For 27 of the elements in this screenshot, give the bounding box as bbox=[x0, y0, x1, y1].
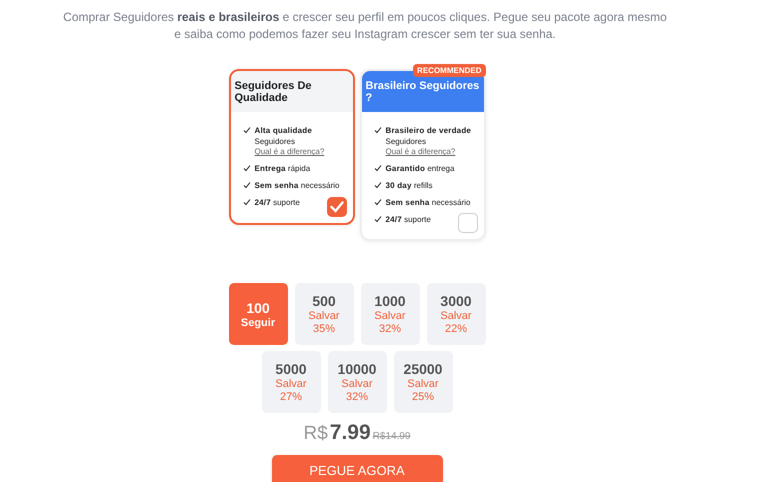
feature-text: Sem senha necessário bbox=[386, 198, 470, 207]
package-option[interactable]: 500 Salvar 35% bbox=[294, 283, 354, 346]
plan-card[interactable]: Seguidores De Qualidade Alta qualidade Seguidores Qual é a diferença? Entrega rápida Sem senha necessário 24/7 suporte bbox=[228, 68, 354, 225]
checkbox[interactable] bbox=[326, 196, 346, 217]
feature-text: 24/7 suporte bbox=[254, 198, 300, 207]
feature-text: Entrega rápida bbox=[254, 164, 310, 174]
difference-link[interactable]: Qual é a diferença? bbox=[386, 147, 456, 158]
feature-text: 24/7 suporte bbox=[386, 214, 431, 224]
feature-text: Alta qualidade Seguidores bbox=[254, 126, 312, 146]
package-option[interactable]: 1000 Salvar 32% bbox=[360, 283, 420, 346]
feature-text: Garantido entrega bbox=[386, 164, 454, 174]
feature-text: Brasileiro de verdade Seguidores bbox=[386, 126, 472, 146]
plan-title: Seguidores De Qualidade bbox=[230, 70, 352, 112]
package-option[interactable]: 10000 Salvar 32% bbox=[328, 351, 386, 414]
package-option[interactable]: 5000 Salvar 27% bbox=[262, 351, 320, 414]
intro-text: Comprar Seguidores reais e brasileiros e crescer seu perfil em poucos cliques. Pegue seu pacote agora mesmo e saiba como podemos fazer seu Instagram crescer sem ter sua senha. bbox=[62, 9, 668, 44]
check-icon bbox=[242, 126, 250, 134]
old-price: R$14.99 bbox=[372, 431, 410, 442]
check-icon bbox=[374, 126, 382, 134]
package-option[interactable]: 3000 Salvar 22% bbox=[426, 283, 486, 346]
package-option[interactable]: 25000 Salvar 25% bbox=[394, 351, 452, 414]
price: 7.99 bbox=[330, 421, 371, 446]
difference-link[interactable]: Qual é a diferença? bbox=[254, 147, 324, 158]
checkbox[interactable] bbox=[458, 213, 478, 234]
currency: R$ bbox=[304, 423, 328, 446]
feature-text: 30 day refills bbox=[386, 180, 432, 190]
feature-text: Sem senha necessário bbox=[254, 180, 340, 190]
